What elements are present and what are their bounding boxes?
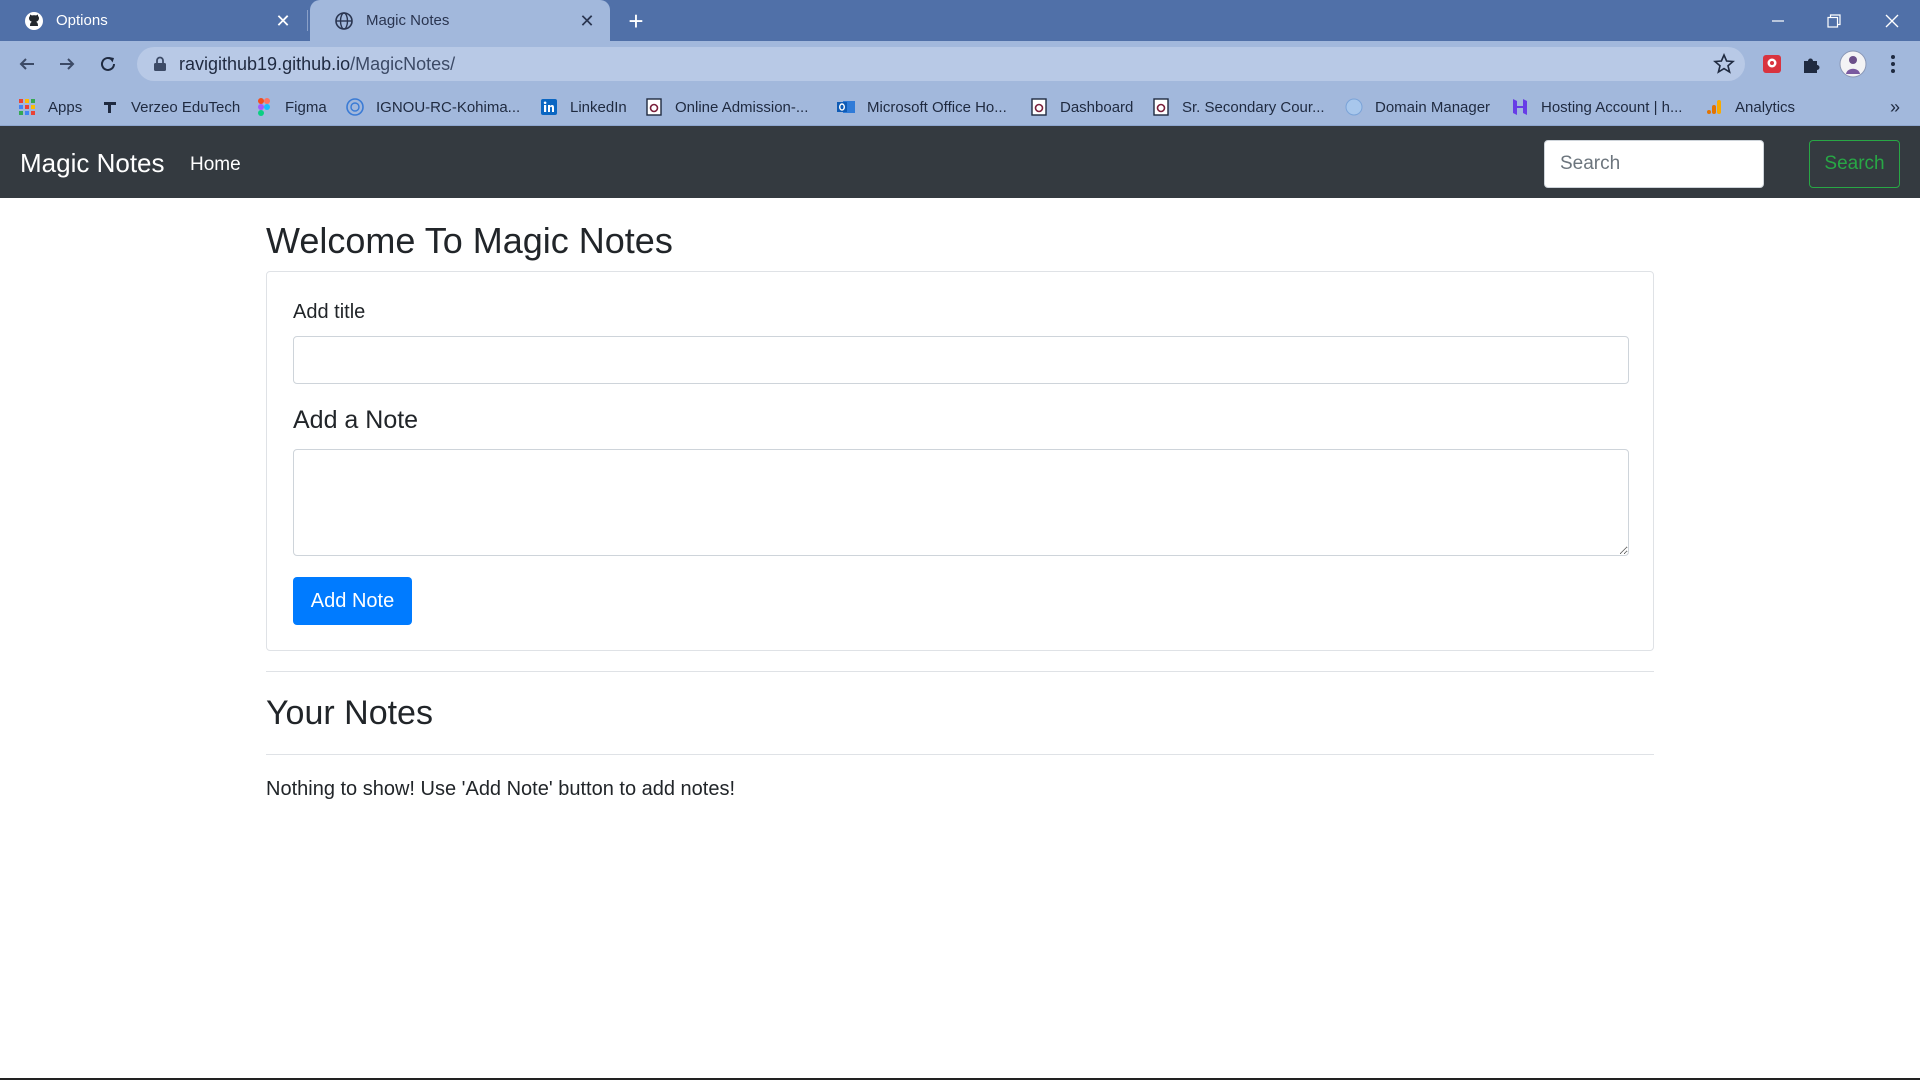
bookmark-label: Analytics — [1735, 98, 1796, 116]
notes-heading: Your Notes — [266, 694, 433, 732]
empty-notes-message: Nothing to show! Use 'Add Note' button t… — [266, 778, 736, 800]
url-text: ravigithub19.github.io/MagicNotes/ — [179, 54, 455, 75]
title-input[interactable] — [293, 336, 1629, 384]
site-navbar: Magic Notes Home Search — [0, 126, 1920, 198]
verzeo-icon — [101, 98, 119, 116]
bookmark-analytics[interactable]: Analytics — [1705, 88, 1795, 126]
bookmark-label: Hosting Account | h... — [1541, 98, 1683, 116]
more-bookmarks-icon[interactable]: » — [1880, 88, 1910, 126]
bookmark-hosting-account[interactable]: Hosting Account | h... — [1511, 88, 1682, 126]
tab-magic-notes[interactable]: Magic Notes ✕ — [310, 0, 610, 41]
bookmark-label: IGNOU-RC-Kohima... — [376, 98, 521, 116]
browser-toolbar: ravigithub19.github.io/MagicNotes/ — [0, 41, 1920, 88]
bookmark-figma[interactable]: Figma — [255, 88, 327, 126]
figma-icon — [255, 98, 273, 116]
note-textarea[interactable] — [293, 449, 1629, 556]
bookmark-label: Apps — [48, 98, 83, 116]
divider — [266, 671, 1654, 672]
browser-tabstrip: Options ✕ Magic Notes ✕ + — [0, 0, 1920, 41]
bookmark-ignou[interactable]: IGNOU-RC-Kohima... — [346, 88, 520, 126]
bookmark-dashboard[interactable]: Dashboard — [1030, 88, 1133, 126]
bookmark-apps[interactable]: Apps — [18, 88, 82, 126]
bookmark-label: Sr. Secondary Cour... — [1182, 98, 1325, 116]
title-label: Add title — [293, 301, 366, 323]
minimize-icon[interactable] — [1750, 0, 1806, 41]
note-label: Add a Note — [293, 406, 419, 434]
nios-icon — [1152, 98, 1170, 116]
window-close-icon[interactable] — [1864, 0, 1920, 41]
globe-icon — [334, 11, 354, 31]
tab-divider — [307, 10, 308, 31]
bookmark-domain-manager[interactable]: Domain Manager — [1345, 88, 1490, 126]
url-host: ravigithub19.github.io — [179, 53, 351, 74]
tab-title: Options — [56, 12, 108, 29]
address-bar[interactable]: ravigithub19.github.io/MagicNotes/ — [137, 47, 1745, 81]
url-path: /MagicNotes/ — [350, 53, 456, 74]
navbar-brand[interactable]: Magic Notes — [20, 148, 165, 179]
bookmark-label: Figma — [285, 98, 327, 116]
search-button[interactable]: Search — [1809, 140, 1900, 188]
bookmark-sr-secondary[interactable]: Sr. Secondary Cour... — [1152, 88, 1325, 126]
bookmark-label: Dashboard — [1060, 98, 1134, 116]
analytics-icon — [1705, 98, 1723, 116]
bookmark-label: Online Admission-... — [675, 98, 809, 116]
close-icon[interactable]: ✕ — [270, 8, 296, 34]
bookmarks-bar: Apps Verzeo EduTech Figma IGNOU-RC-Kohim… — [0, 88, 1920, 126]
extensions-puzzle-icon[interactable] — [1795, 47, 1829, 81]
extension-red-icon[interactable] — [1755, 47, 1789, 81]
bookmark-label: LinkedIn — [570, 98, 627, 116]
bookmark-label: Verzeo EduTech — [131, 98, 241, 116]
new-tab-button[interactable]: + — [620, 5, 652, 37]
back-icon[interactable] — [10, 47, 44, 81]
bookmark-microsoft-office[interactable]: Microsoft Office Ho... — [837, 88, 1007, 126]
close-icon[interactable]: ✕ — [574, 8, 600, 34]
ignou-icon — [346, 98, 364, 116]
nios-icon — [645, 98, 663, 116]
bookmark-label: Domain Manager — [1375, 98, 1491, 116]
bookmark-linkedin[interactable]: LinkedIn — [540, 88, 627, 126]
nav-link-home[interactable]: Home — [190, 154, 241, 176]
page-title: Welcome To Magic Notes — [266, 220, 673, 261]
divider — [266, 754, 1654, 755]
avatar[interactable] — [1836, 47, 1870, 81]
github-icon — [24, 11, 44, 31]
add-note-card: Add title Add a Note Add Note — [266, 271, 1654, 651]
reload-icon[interactable] — [91, 47, 125, 81]
tab-options[interactable]: Options ✕ — [0, 0, 306, 41]
outlook-icon — [837, 98, 855, 116]
apps-grid-icon — [18, 98, 36, 116]
restore-icon[interactable] — [1806, 0, 1862, 41]
nios-icon — [1030, 98, 1048, 116]
tab-title: Magic Notes — [366, 12, 450, 29]
bookmark-star-icon[interactable] — [1713, 52, 1735, 75]
search-input[interactable] — [1544, 140, 1764, 188]
bookmark-verzeo[interactable]: Verzeo EduTech — [101, 88, 240, 126]
hostinger-icon — [1511, 98, 1529, 116]
bookmark-online-admission[interactable]: Online Admission-... — [645, 88, 808, 126]
forward-icon[interactable] — [50, 47, 84, 81]
bookmark-label: Microsoft Office Ho... — [867, 98, 1007, 116]
add-note-button[interactable]: Add Note — [293, 577, 412, 625]
globe-icon — [1345, 98, 1363, 116]
linkedin-icon — [540, 98, 558, 116]
lock-icon — [153, 56, 167, 72]
menu-dots-icon[interactable] — [1876, 47, 1910, 81]
